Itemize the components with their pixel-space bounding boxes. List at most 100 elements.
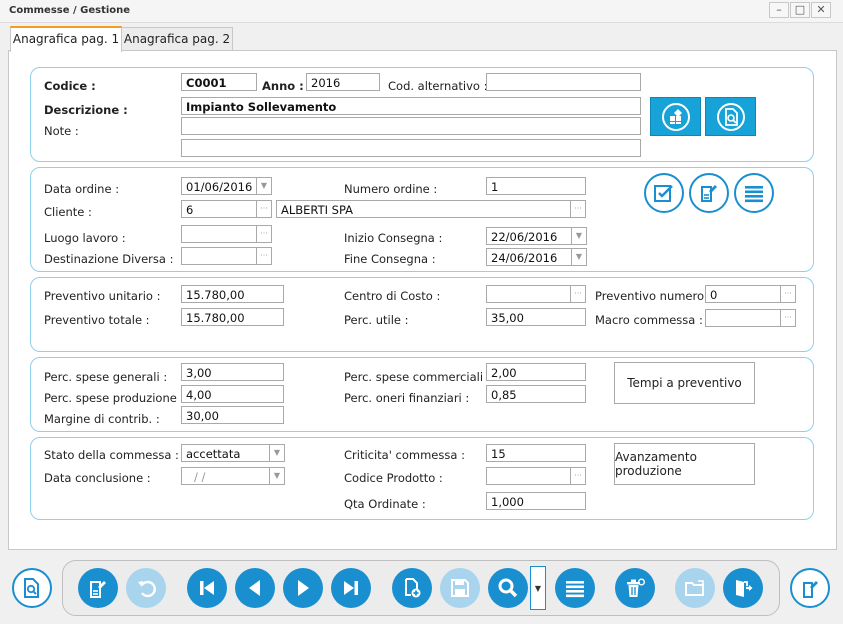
close-button[interactable]: ✕ [811,2,831,18]
data-conclusione-dropdown[interactable]: ▼ [270,467,285,485]
spese-commerciali-label: Perc. spese commerciali : [344,370,491,384]
note-field-2[interactable] [181,139,641,157]
margine-label: Margine di contrib. : [44,412,160,426]
oneri-finanziari-field[interactable]: 0,85 [486,385,586,403]
search-button[interactable] [488,568,528,608]
codice-field[interactable]: C0001 [181,73,257,91]
qta-ordinate-label: Qta Ordinate : [344,497,426,511]
codice-prodotto-field[interactable] [486,467,571,485]
components-icon [661,102,690,131]
trash-icon [627,578,645,597]
criticita-field[interactable]: 15 [486,444,586,462]
spese-produzione-label: Perc. spese produzione : [44,391,185,405]
macro-commessa-lookup[interactable]: ··· [781,309,796,327]
spese-commerciali-field[interactable]: 2,00 [486,363,586,381]
exit-icon [736,580,753,597]
preview-button[interactable] [12,568,52,608]
data-conclusione-label: Data conclusione : [44,471,151,485]
minimize-button[interactable]: – [769,2,789,18]
centro-costo-lookup[interactable]: ··· [571,285,586,303]
codice-prodotto-label: Codice Prodotto : [344,471,443,485]
tab-anagrafica-2[interactable]: Anagrafica pag. 2 [121,27,233,51]
new-document-button[interactable] [790,568,830,608]
delete-button[interactable] [615,568,655,608]
new-record-button[interactable] [392,568,432,608]
edit-document-button[interactable] [689,173,729,213]
cod-alternativo-label: Cod. alternativo : [388,79,488,93]
folder-icon [685,580,704,596]
macro-commessa-field[interactable] [705,309,781,327]
data-ordine-field[interactable]: 01/06/2016 [181,177,257,195]
list-button[interactable] [734,173,774,213]
preventivo-totale-field[interactable]: 15.780,00 [181,308,284,326]
anno-field[interactable]: 2016 [306,73,380,91]
destinazione-label: Destinazione Diversa : [44,252,174,266]
edit-button[interactable] [78,568,118,608]
luogo-lavoro-field[interactable] [181,225,257,243]
inizio-consegna-dropdown[interactable]: ▼ [572,227,587,245]
cliente-name-lookup[interactable]: ··· [571,200,586,218]
undo-button[interactable] [126,568,166,608]
perc-utile-field[interactable]: 35,00 [486,308,586,326]
cliente-code-field[interactable]: 6 [181,200,257,218]
last-record-button[interactable] [331,568,371,608]
fine-consegna-dropdown[interactable]: ▼ [572,248,587,266]
stato-commessa-select[interactable]: accettata [181,444,270,462]
cliente-code-lookup[interactable]: ··· [257,200,272,218]
inizio-consegna-label: Inizio Consegna : [344,231,443,245]
luogo-lavoro-lookup[interactable]: ··· [257,225,272,243]
previous-icon [249,580,260,596]
spese-generali-label: Perc. spese generali : [44,370,168,384]
cod-alternativo-field[interactable] [486,73,641,91]
next-record-button[interactable] [283,568,323,608]
preventivo-numero-lookup[interactable]: ··· [781,285,796,303]
approve-button[interactable] [644,173,684,213]
data-conclusione-field[interactable]: / / [181,467,270,485]
macro-commessa-label: Macro commessa : [595,313,703,327]
new-document-icon [803,581,818,598]
preventivo-numero-label: Preventivo numero : [595,289,712,303]
stato-commessa-dropdown[interactable]: ▼ [270,444,285,462]
first-record-button[interactable] [187,568,227,608]
destinazione-field[interactable] [181,247,257,265]
list-view-button[interactable] [555,568,595,608]
preventivo-numero-field[interactable]: 0 [705,285,781,303]
qta-ordinate-field[interactable]: 1,000 [486,492,586,510]
tab-anagrafica-1[interactable]: Anagrafica pag. 1 [10,26,122,52]
save-icon [451,579,469,597]
luogo-lavoro-label: Luogo lavoro : [44,231,126,245]
open-folder-button[interactable] [675,568,715,608]
perc-utile-label: Perc. utile : [344,313,409,327]
maximize-button[interactable]: □ [790,2,810,18]
document-search-button[interactable] [705,97,756,136]
tempi-preventivo-button[interactable]: Tempi a preventivo [614,362,755,404]
exit-button[interactable] [723,568,763,608]
avanzamento-produzione-button[interactable]: Avanzamento produzione [614,443,755,485]
spese-produzione-field[interactable]: 4,00 [181,385,284,403]
margine-field[interactable]: 30,00 [181,406,284,424]
search-options-dropdown[interactable]: ▼ [530,566,546,610]
previous-record-button[interactable] [235,568,275,608]
search-icon [498,578,518,598]
inizio-consegna-field[interactable]: 22/06/2016 [486,227,572,245]
preventivo-unitario-field[interactable]: 15.780,00 [181,285,284,303]
centro-costo-field[interactable] [486,285,571,303]
skip-first-icon [200,581,214,595]
destinazione-lookup[interactable]: ··· [257,247,272,265]
data-ordine-dropdown[interactable]: ▼ [257,177,272,195]
title-bar: Commesse / Gestione – □ ✕ [0,0,843,23]
edit-icon [90,581,106,598]
anno-label: Anno : [262,79,304,93]
check-document-icon [654,185,673,202]
note-field-1[interactable] [181,117,641,135]
numero-ordine-field[interactable]: 1 [486,177,586,195]
fine-consegna-field[interactable]: 24/06/2016 [486,248,572,266]
descrizione-field[interactable]: Impianto Sollevamento [181,97,641,115]
codice-prodotto-lookup[interactable]: ··· [571,467,586,485]
spese-generali-field[interactable]: 3,00 [181,363,284,381]
list-icon [745,186,763,203]
cliente-name-field[interactable]: ALBERTI SPA [276,200,571,218]
oneri-finanziari-label: Perc. oneri finanziari : [344,391,470,405]
components-button[interactable] [650,97,701,136]
save-button[interactable] [440,568,480,608]
